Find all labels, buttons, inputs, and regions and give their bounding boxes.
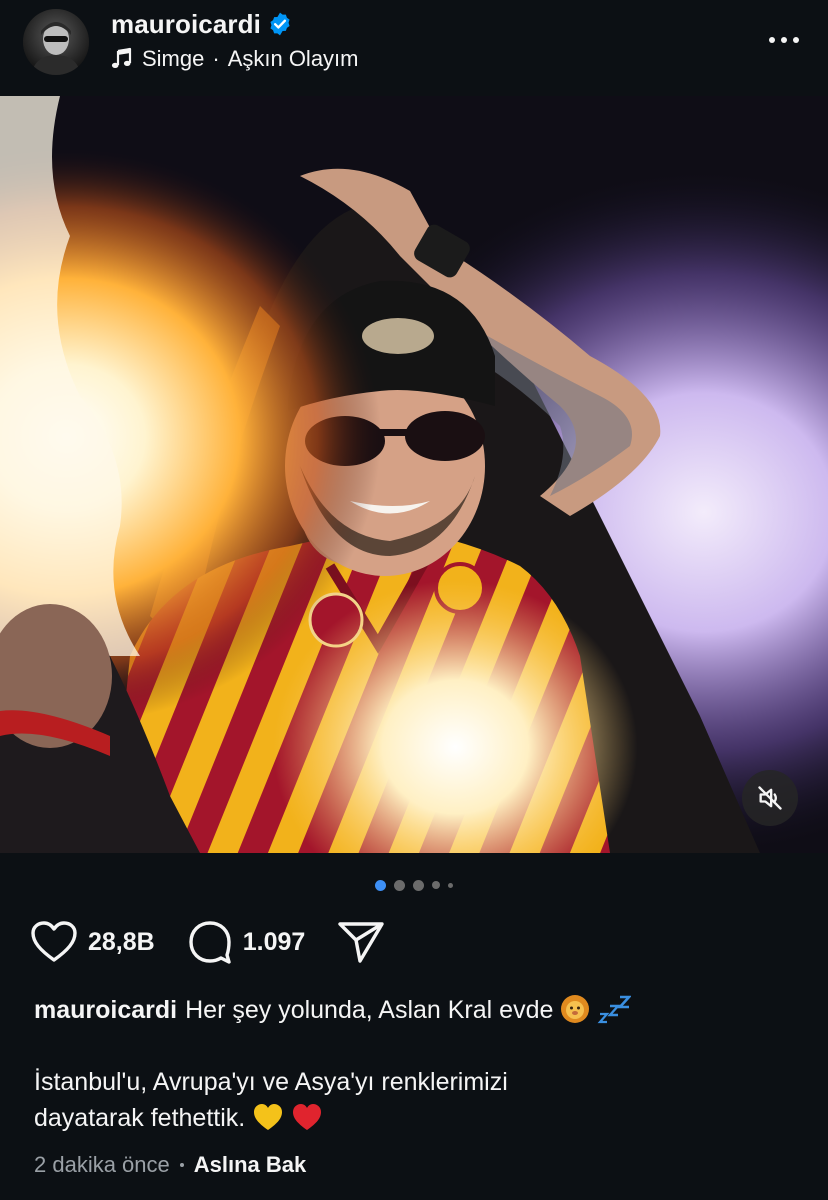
caption-username[interactable]: mauroicardi [34, 996, 177, 1024]
post-photo [0, 96, 828, 853]
comment-button[interactable]: 1.097 [187, 919, 306, 965]
see-translation-link[interactable]: Aslına Bak [194, 1152, 307, 1178]
more-horizontal-icon [769, 37, 799, 43]
carousel-dot [394, 879, 405, 891]
heart-outline-icon [31, 921, 77, 962]
lion-face-emoji-icon [561, 995, 590, 1023]
audio-track: Aşkın Olayım [227, 46, 359, 71]
caption-text-line1: Her şey yolunda, Aslan Kral evde [185, 996, 554, 1024]
action-bar: 28,8B 1.097 [30, 918, 417, 966]
post-meta: 2 dakika önce Aslına Bak [34, 1150, 306, 1180]
avatar[interactable] [23, 9, 89, 75]
audio-artist: Simge [142, 46, 205, 71]
caption-line: mauroicardi Her şey yolunda, Aslan Kral e… [34, 992, 804, 1028]
like-count[interactable]: 28,8B [88, 928, 155, 957]
post-media[interactable] [0, 96, 828, 853]
caption-line: dayatarak fethettik. [34, 1100, 804, 1136]
red-heart-emoji-icon [293, 1104, 322, 1130]
carousel-dot [432, 881, 440, 889]
yellow-heart-emoji-icon [254, 1104, 283, 1130]
mute-toggle-button[interactable] [742, 770, 798, 826]
paper-plane-icon [338, 922, 384, 963]
speech-bubble-icon [189, 921, 231, 964]
post-timestamp: 2 dakika önce [34, 1152, 170, 1177]
meta-separator [179, 1163, 184, 1167]
zzz-emoji-icon [597, 995, 632, 1024]
music-note-icon [111, 47, 132, 68]
speaker-muted-icon [758, 786, 782, 810]
comment-count[interactable]: 1.097 [243, 928, 306, 957]
audio-attribution[interactable]: Simge · Aşkın Olayım [110, 44, 359, 74]
carousel-indicator [0, 876, 828, 894]
verified-badge-icon [270, 12, 290, 36]
audio-separator: · [212, 46, 220, 71]
like-button[interactable]: 28,8B [30, 920, 155, 964]
carousel-dot [375, 879, 386, 891]
post-caption: mauroicardi Her şey yolunda, Aslan Kral e… [34, 992, 804, 1136]
avatar-image [23, 9, 89, 75]
username[interactable]: mauroicardi [111, 9, 261, 40]
carousel-dot [413, 879, 424, 891]
caption-text-line2: İstanbul'u, Avrupa'yı ve Asya'yı renkler… [34, 1068, 508, 1096]
more-options-button[interactable] [764, 22, 804, 58]
carousel-dot [448, 882, 453, 888]
username-row: mauroicardi [111, 8, 293, 40]
caption-text-line3: dayatarak fethettik. [34, 1104, 246, 1132]
share-button[interactable] [337, 920, 385, 964]
post-header: mauroicardi Simge · Aşkın Olayım [0, 0, 828, 96]
